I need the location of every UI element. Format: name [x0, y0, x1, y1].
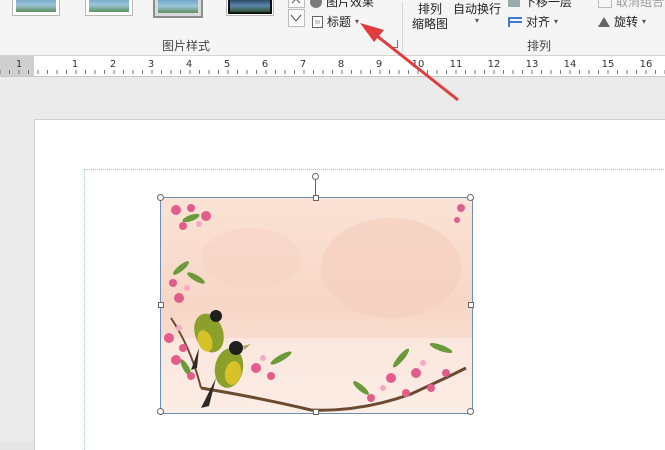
ruler-label: 12 — [488, 59, 501, 70]
group-arrange-label: 排列 — [527, 39, 552, 53]
text-wrap-label: 自动换行 — [453, 2, 502, 16]
rotate-dropdown-icon: ▾ — [642, 17, 647, 26]
ruler-label: 16 — [640, 59, 653, 70]
rotate-icon — [598, 16, 610, 27]
picture-style-thumbnail-3-selected[interactable] — [153, 0, 203, 18]
horizontal-ruler[interactable]: 1 1 2 3 4 5 6 7 8 9 10 11 12 13 14 15 16 — [0, 56, 665, 77]
send-backward-icon — [508, 0, 520, 7]
picture-style-thumbnail-4[interactable] — [226, 0, 274, 16]
rotate-label: 旋转 — [614, 15, 639, 29]
ruler-label: 8 — [338, 59, 344, 70]
resize-handle-bottom-right[interactable] — [467, 408, 474, 415]
send-backward-label: 下移一层 — [524, 0, 573, 9]
text-wrap-dropdown-icon: ▾ — [475, 16, 480, 25]
ruler-scale: 1 1 2 3 4 5 6 7 8 9 10 11 12 13 14 15 16 — [0, 56, 665, 76]
ruler-label: 15 — [602, 59, 615, 70]
ruler-label: 2 — [110, 59, 116, 70]
picture-effects-button[interactable]: 图片效果 — [310, 0, 374, 10]
ribbon: 图片效果 标题 ▾ 图片样式 排列 缩略图 自动换行 ▾ 下移一层 对齐 ▾ 取… — [0, 0, 665, 56]
align-dropdown-icon: ▾ — [554, 17, 559, 26]
ungroup-button[interactable]: 取消组合 — [598, 0, 664, 10]
ruler-label: 14 — [564, 59, 577, 70]
ruler-label: 6 — [262, 59, 268, 70]
send-backward-button[interactable]: 下移一层 — [508, 0, 572, 10]
text-wrap-dropdown[interactable]: ▾ — [475, 16, 479, 25]
caption-button[interactable]: 标题 ▾ — [312, 13, 359, 30]
picture-effects-label: 图片效果 — [326, 0, 375, 9]
picture-style-thumbnail-2[interactable] — [85, 0, 133, 16]
resize-handle-bottom[interactable] — [313, 409, 319, 415]
resize-handle-top[interactable] — [313, 195, 319, 201]
ruler-label: 7 — [300, 59, 306, 70]
resize-handle-top-left[interactable] — [157, 194, 164, 201]
group-separator — [402, 2, 403, 52]
ruler-label: 10 — [412, 59, 425, 70]
picture-effects-icon — [310, 0, 322, 8]
margin-guide-top — [84, 169, 665, 170]
arrange-thumbnail-button-line2[interactable]: 缩略图 — [412, 15, 448, 32]
align-label: 对齐 — [526, 15, 551, 29]
ruler-label: 1 — [72, 59, 78, 70]
chevron-up-icon — [291, 0, 301, 4]
ruler-label: 11 — [450, 59, 463, 70]
ruler-label: 4 — [186, 59, 192, 70]
align-button[interactable]: 对齐 ▾ — [508, 13, 558, 30]
resize-handle-left[interactable] — [158, 302, 164, 308]
ruler-label: 9 — [376, 59, 382, 70]
rotation-handle[interactable] — [312, 173, 319, 180]
align-icon — [508, 16, 522, 27]
ruler-label: 13 — [526, 59, 539, 70]
flower-bird-illustration — [161, 198, 472, 413]
selected-picture[interactable] — [160, 197, 473, 414]
margin-guide-left — [84, 169, 85, 449]
ruler-label: 3 — [148, 59, 154, 70]
group-picture-styles-label: 图片样式 — [162, 39, 211, 53]
ungroup-label: 取消组合 — [616, 0, 665, 9]
caption-dropdown-icon: ▾ — [355, 17, 360, 26]
resize-handle-right[interactable] — [468, 302, 474, 308]
ungroup-icon — [598, 0, 612, 8]
arrange-thumbnail-line2: 缩略图 — [412, 17, 449, 31]
text-wrap-button[interactable]: 自动换行 — [453, 0, 501, 17]
ruler-label: 1 — [16, 59, 22, 70]
rotate-button[interactable]: 旋转 ▾ — [598, 13, 646, 30]
resize-handle-bottom-left[interactable] — [157, 408, 164, 415]
caption-label: 标题 — [327, 15, 352, 29]
resize-handle-top-right[interactable] — [467, 194, 474, 201]
gallery-more-button[interactable] — [288, 9, 305, 27]
ruler-label: 5 — [224, 59, 230, 70]
dialog-launcher-icon[interactable] — [390, 40, 398, 48]
chevron-down-icon — [290, 14, 302, 22]
caption-icon — [312, 15, 323, 28]
gallery-scroll-up-button[interactable] — [288, 0, 305, 8]
picture-style-thumbnail-1[interactable] — [12, 0, 60, 16]
